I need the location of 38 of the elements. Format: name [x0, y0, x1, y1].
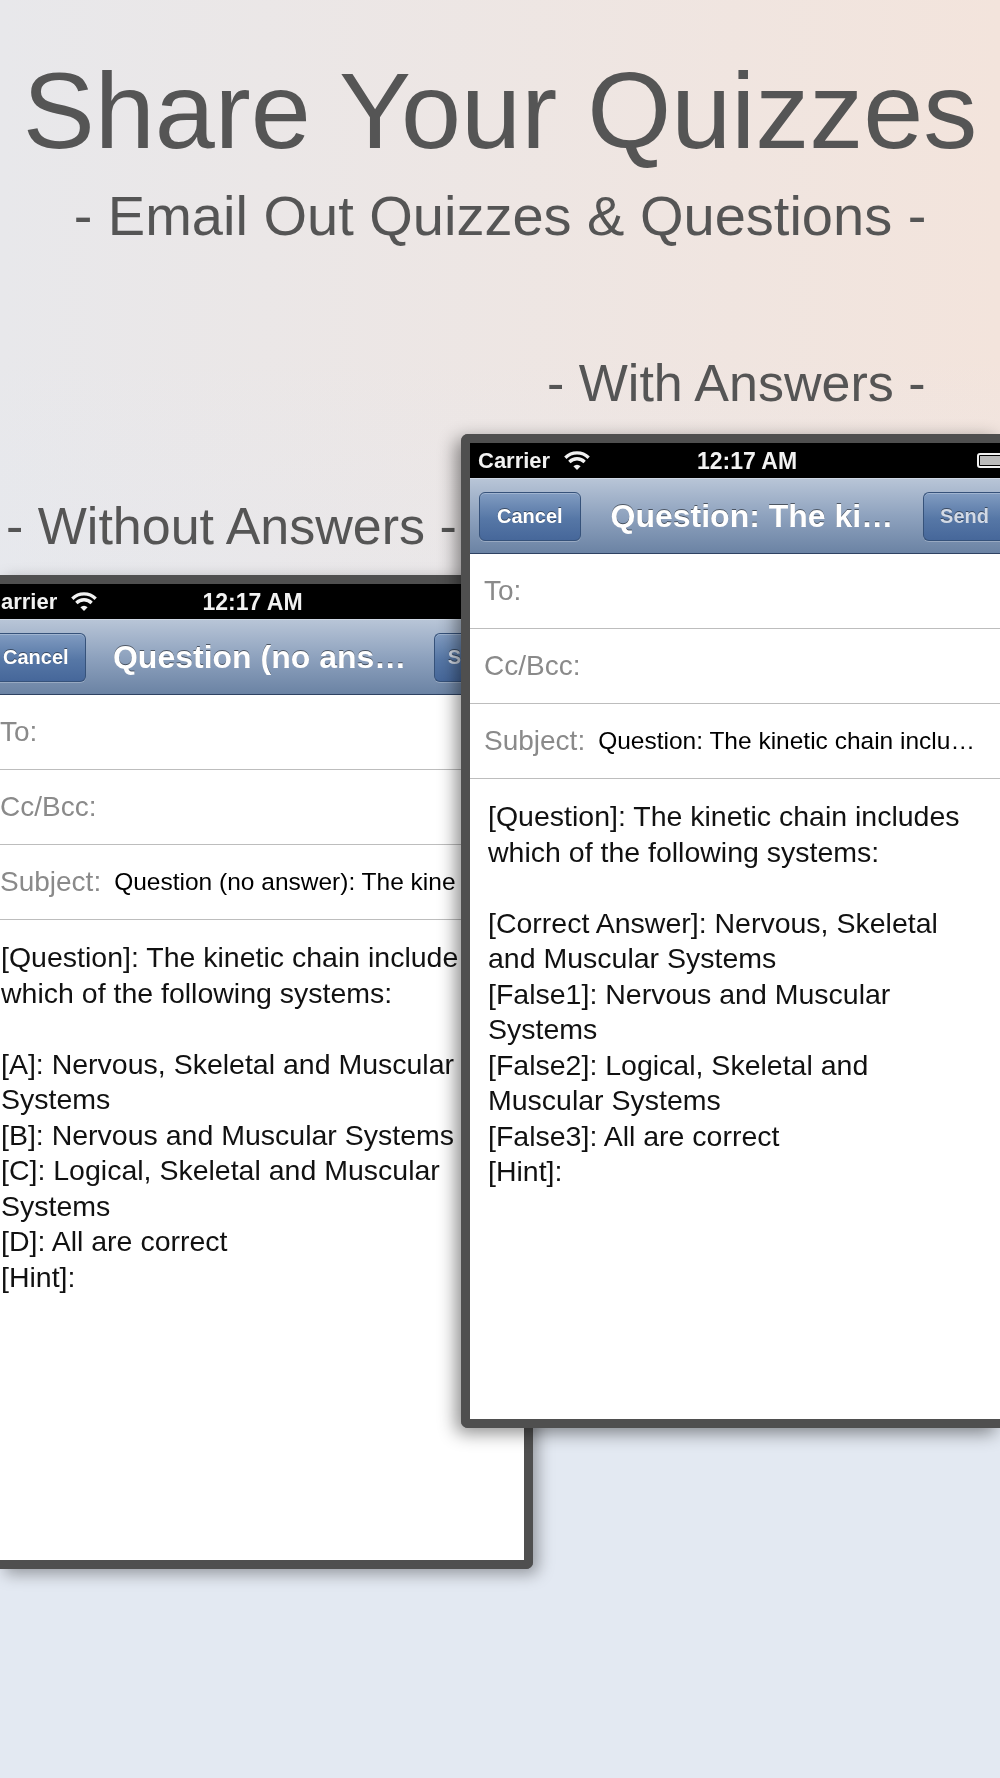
- field-label: To:: [0, 715, 38, 749]
- message-text: [False1]: Nervous and Muscular Systems: [488, 976, 891, 1047]
- field-label: Subject:: [0, 865, 102, 899]
- input-field[interactable]: Cc/Bcc:: [470, 629, 1000, 704]
- carrier-label: Carrier: [478, 447, 551, 474]
- wifi-icon: [564, 451, 591, 470]
- field-label: Cc/Bcc:: [484, 649, 581, 683]
- message-text: [A]: Nervous, Skeletal and Muscular Systems: [1, 1046, 455, 1117]
- clock-time: 12:17 AM: [696, 447, 798, 474]
- input-field[interactable]: Subject: Question (no answer): The kine: [0, 845, 461, 920]
- message-text: [C]: Logical, Skeletal and Muscular Systems: [1, 1153, 440, 1224]
- compose-title: Question: The ki…: [610, 497, 894, 535]
- caption: - With Answers -: [547, 353, 926, 413]
- carrier-label: arrier: [1, 588, 58, 615]
- field-label: Cc/Bcc:: [0, 790, 97, 824]
- cancel-button[interactable]: Cancel: [479, 491, 581, 541]
- input-field[interactable]: Cc/Bcc:: [0, 770, 461, 845]
- input-field[interactable]: To:: [0, 695, 461, 770]
- field-label: To:: [484, 574, 522, 608]
- message-text: [B]: Nervous and Muscular Systems: [1, 1117, 454, 1153]
- wifi-icon: [71, 592, 98, 611]
- subheadline: - Email Out Quizzes & Questions -: [73, 184, 927, 248]
- caption: - Without Answers -: [6, 496, 457, 556]
- compose-title: Question (no ans…: [112, 638, 407, 676]
- message-text: [Correct Answer]: Nervous, Skeletal and Muscular Systems: [488, 905, 938, 976]
- headline: Share Your Quizzes: [22, 49, 978, 173]
- message-text: [False2]: Logical, Skeletal and Muscular Systems: [488, 1047, 869, 1118]
- input-field[interactable]: Subject: Question: The kinetic chain inclu…: [470, 704, 1000, 779]
- message-text: [Question]: The kinetic chain includes which of the following systems:: [488, 799, 960, 870]
- message-text: [Hint]:: [1, 1259, 76, 1295]
- field-label: Subject:: [484, 724, 586, 758]
- message-text: [D]: All are correct: [1, 1224, 228, 1259]
- cancel-button[interactable]: Cancel: [0, 632, 86, 682]
- message-text: [Question]: The kinetic chain include which of the following systems:: [1, 940, 459, 1011]
- input-field[interactable]: To:: [470, 554, 1000, 629]
- clock-time: 12:17 AM: [202, 588, 303, 615]
- message-text: [Hint]:: [488, 1154, 563, 1189]
- message-text: [False3]: All are correct: [488, 1118, 780, 1154]
